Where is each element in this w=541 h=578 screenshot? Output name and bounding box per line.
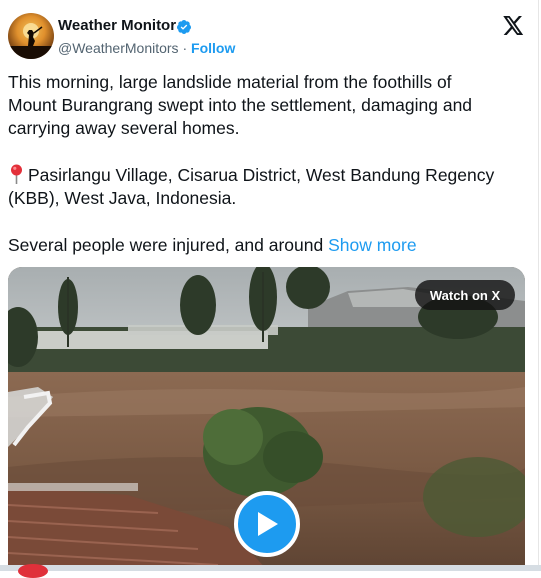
text-line: Several people were injured, and around	[8, 235, 324, 255]
video-player[interactable]: Watch on X	[8, 267, 525, 571]
separator-dot: ·	[182, 40, 188, 56]
text-line: carrying away several homes.	[8, 118, 240, 138]
tweet-paragraph-3: Several people were injured, and around …	[8, 234, 533, 257]
round-pushpin-icon	[11, 164, 22, 184]
author-avatar[interactable]	[8, 13, 54, 59]
avatar-image	[8, 23, 54, 59]
text-line: Mount Burangrang swept into the settleme…	[8, 95, 473, 115]
tweet-card: Weather Monitor @WeatherMonitors · Follo…	[0, 0, 541, 578]
author-name[interactable]: Weather Monitor	[58, 17, 176, 34]
bottom-divider	[0, 565, 541, 571]
play-icon	[258, 512, 278, 536]
text-line: This morning, large landslide material f…	[8, 72, 452, 92]
text-line: (KBB), West Java, Indonesia.	[8, 188, 237, 208]
author-handle[interactable]: @WeatherMonitors	[58, 40, 179, 56]
bottom-avatar-fragment	[18, 564, 48, 578]
text-line: Pasirlangu Village, Cisarua District, We…	[8, 164, 533, 187]
follow-button[interactable]: Follow	[191, 40, 235, 56]
location-text: Pasirlangu Village, Cisarua District, We…	[28, 165, 495, 185]
verified-badge-icon	[176, 20, 191, 34]
handle-row: @WeatherMonitors · Follow	[58, 40, 235, 56]
x-logo-icon[interactable]	[503, 16, 524, 35]
tweet-paragraph-1: This morning, large landslide material f…	[8, 71, 533, 140]
tweet-location: Pasirlangu Village, Cisarua District, We…	[8, 164, 533, 210]
play-button[interactable]	[234, 491, 300, 557]
show-more-link[interactable]: Show more	[328, 235, 417, 255]
watch-on-x-button[interactable]: Watch on X	[415, 280, 515, 310]
